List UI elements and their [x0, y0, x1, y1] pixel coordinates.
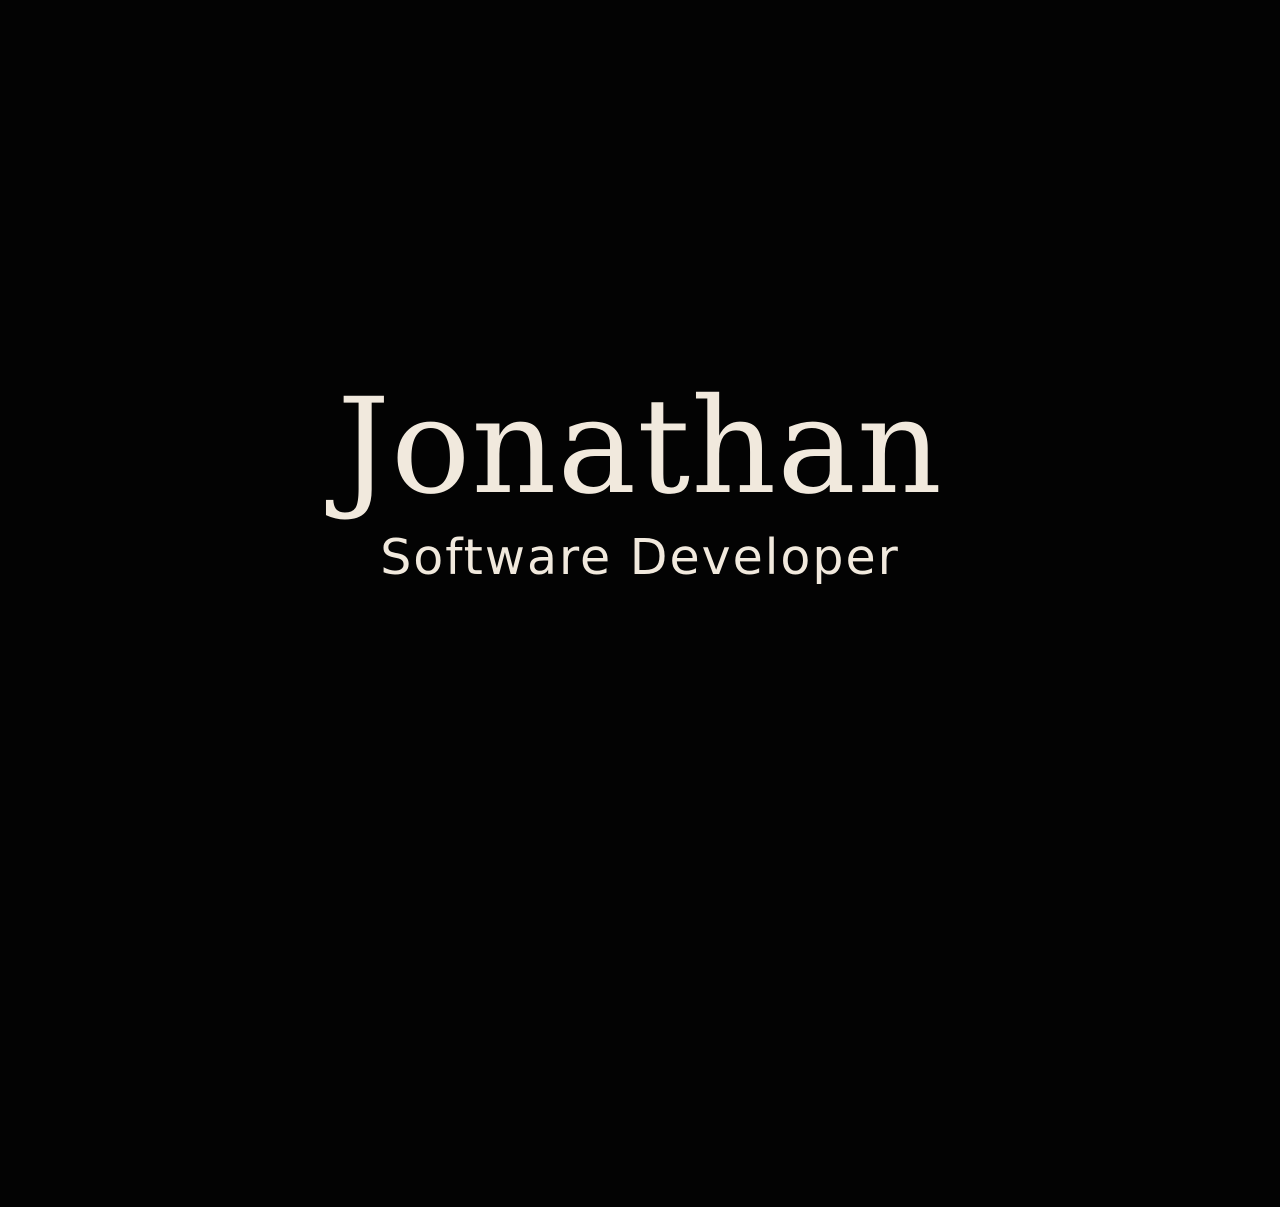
hero-name: Jonathan	[337, 370, 943, 524]
hero-role: Software Developer	[380, 529, 900, 586]
page: Jonathan Software Developer	[0, 0, 1280, 1207]
hero-section: Jonathan Software Developer	[0, 372, 1280, 588]
